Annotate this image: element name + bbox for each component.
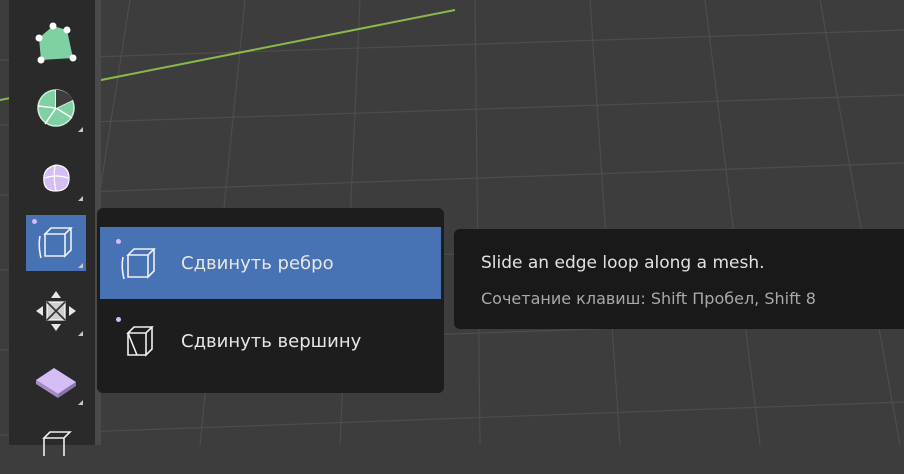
to-sphere-icon [42,431,72,456]
tool-shelf [9,0,95,456]
shrink-fatten-icon [36,291,76,331]
tooltip-title: Slide an edge loop along a mesh. [481,253,765,273]
poly-build-icon [35,22,77,64]
tool-edge-slide[interactable] [26,215,86,271]
tool-smooth[interactable] [26,148,86,204]
menu-item-vertex-slide[interactable]: Сдвинуть вершину [100,305,441,377]
spin-icon [37,89,75,127]
tooltip: Slide an edge loop along a mesh. Сочетан… [454,229,904,329]
smooth-icon [43,164,70,192]
edge-slide-icon [38,227,73,259]
tool-shrink-fatten[interactable] [26,283,86,339]
tooltip-shortcut: Сочетание клавиш: Shift Пробел, Shift 8 [481,289,816,308]
tool-flyout-menu: Сдвинуть ребро Сдвинуть вершину [97,208,444,393]
tool-spin[interactable] [26,79,86,135]
menu-item-label: Сдвинуть ребро [181,252,334,274]
menu-item-edge-slide[interactable]: Сдвинуть ребро [100,227,441,299]
shear-icon [36,368,76,398]
menu-item-label: Сдвинуть вершину [181,330,362,352]
tool-shear[interactable] [26,352,86,408]
tool-poly-build[interactable] [26,15,86,71]
tool-to-sphere[interactable] [26,418,86,474]
